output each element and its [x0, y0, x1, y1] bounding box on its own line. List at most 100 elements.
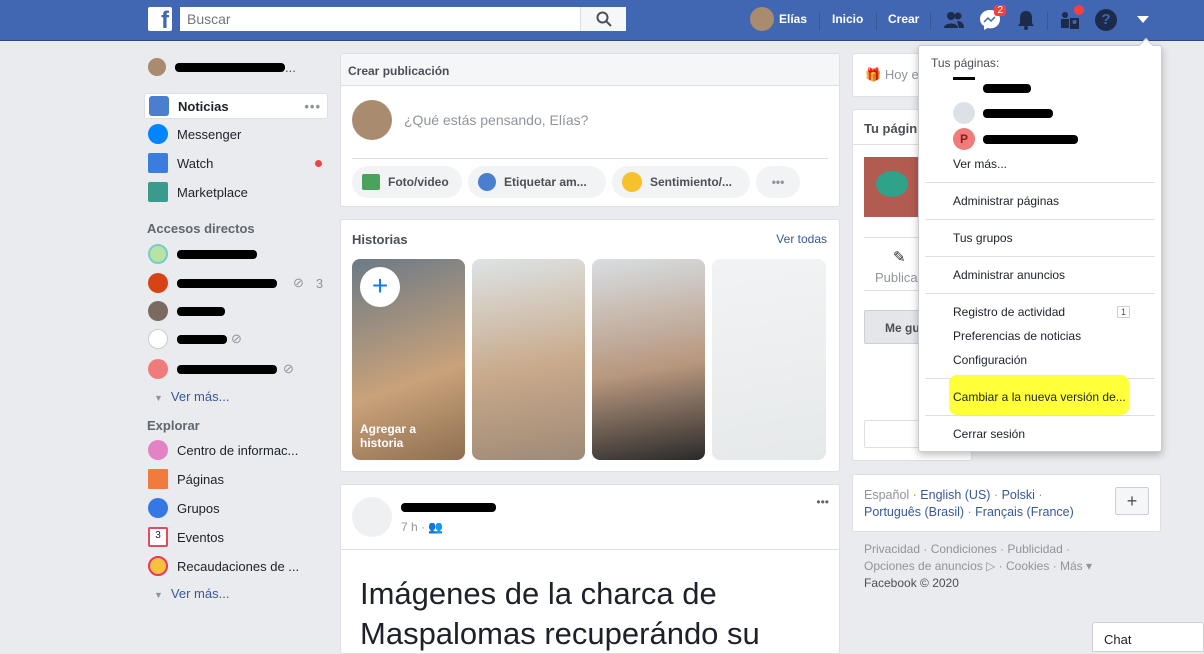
tag-person-icon	[478, 173, 496, 191]
post-options-icon[interactable]: •••	[816, 495, 829, 509]
sidebar-item-messenger[interactable]: Messenger	[144, 121, 328, 147]
more-actions-button[interactable]: •••	[756, 166, 800, 198]
shortcuts-heading: Accesos directos	[147, 221, 255, 236]
page-menu-item[interactable]	[953, 77, 1031, 99]
news-feed-icon	[149, 96, 169, 116]
shortcut-item[interactable]	[144, 298, 328, 324]
sidebar-item-fundraisers[interactable]: Recaudaciones de ...	[144, 553, 328, 579]
menu-item-manage-pages[interactable]: Administrar páginas	[953, 194, 1059, 208]
create-link[interactable]: Crear	[888, 12, 919, 26]
quick-help-people-icon[interactable]	[1058, 5, 1084, 32]
notifications-icon[interactable]	[1014, 8, 1038, 32]
facebook-logo[interactable]: f	[148, 7, 172, 31]
gift-icon: 🎁	[865, 67, 882, 82]
sidebar-item-label: Watch	[177, 155, 214, 171]
watch-icon	[148, 153, 168, 173]
shortcuts-see-more[interactable]: ▼ Ver más...	[154, 389, 229, 404]
language-link[interactable]: Português (Brasil)	[864, 505, 964, 519]
composer-input[interactable]: ¿Qué estás pensando, Elías?	[404, 112, 588, 128]
search-input[interactable]	[180, 7, 580, 31]
add-language-button[interactable]: +	[1115, 487, 1149, 515]
feeling-button[interactable]: Sentimiento/...	[612, 166, 750, 198]
chevron-down-icon: ▼	[154, 590, 163, 600]
shortcut-item[interactable]: ⊘	[144, 326, 328, 352]
see-all-stories-link[interactable]: Ver todas	[776, 232, 827, 246]
calendar-icon: 3	[148, 527, 168, 547]
home-link[interactable]: Inicio	[832, 12, 863, 26]
menu-item-settings[interactable]: Configuración	[953, 353, 1027, 367]
footer-links[interactable]: Privacidad · Condiciones · Publicidad · O…	[864, 541, 1092, 592]
shortcut-item[interactable]: ⊘	[144, 356, 328, 382]
hidden-eye-icon: ⊘	[283, 361, 294, 376]
chat-bar[interactable]: Chat	[1092, 622, 1204, 652]
account-menu-chevron-down-icon[interactable]	[1131, 8, 1155, 32]
new-dot-badge	[315, 159, 322, 167]
photo-icon	[362, 174, 380, 190]
plus-icon: +	[360, 267, 400, 307]
menu-item-manage-ads[interactable]: Administrar anuncios	[953, 268, 1065, 282]
shortcut-item[interactable]: ⊘ 3	[144, 270, 328, 296]
menu-item-switch-new-version[interactable]: Cambiar a la nueva versión de...	[953, 390, 1126, 404]
sidebar-item-marketplace[interactable]: Marketplace	[144, 179, 328, 205]
fundraiser-icon	[148, 556, 168, 576]
groups-icon	[148, 498, 168, 518]
see-more-pages[interactable]: Ver más...	[953, 157, 1007, 171]
tag-friends-button[interactable]: Etiquetar am...	[468, 166, 606, 198]
avatar[interactable]	[750, 7, 774, 31]
messenger-icon	[148, 124, 168, 144]
explore-heading: Explorar	[147, 418, 200, 433]
avatar[interactable]	[352, 497, 392, 537]
hidden-eye-icon: ⊘	[231, 331, 242, 346]
marketplace-icon	[148, 182, 168, 202]
search-button[interactable]	[580, 7, 626, 31]
composer-title: Crear publicación	[341, 54, 839, 86]
add-story-card[interactable]: + Agregar a historia	[352, 259, 465, 460]
story-card[interactable]	[472, 259, 585, 460]
your-page-title: Tu págin	[864, 121, 918, 136]
help-icon[interactable]: ?	[1094, 8, 1118, 32]
photo-video-button[interactable]: Foto/video	[352, 166, 462, 198]
search-icon	[596, 11, 612, 27]
page-menu-item[interactable]	[953, 102, 1053, 124]
shield-heart-icon	[148, 440, 168, 460]
messenger-icon[interactable]: 2	[978, 5, 1006, 32]
chevron-down-icon: ▼	[154, 393, 163, 403]
menu-item-news-preferences[interactable]: Preferencias de noticias	[953, 329, 1081, 343]
sidebar-item-news-feed[interactable]: Noticias •••	[144, 93, 328, 119]
menu-item-activity-log[interactable]: Registro de actividad	[953, 305, 1065, 319]
search-bar	[180, 7, 626, 31]
explore-see-more[interactable]: ▼ Ver más...	[154, 586, 229, 601]
post-text: Imágenes de la charca de Maspalomas recu…	[360, 576, 760, 651]
sidebar-item-label: Messenger	[177, 126, 242, 142]
sidebar-item-watch[interactable]: Watch	[144, 150, 328, 176]
menu-item-logout[interactable]: Cerrar sesión	[953, 427, 1025, 441]
sidebar-profile[interactable]: ...	[148, 58, 296, 76]
page-menu-item[interactable]: P	[953, 128, 1078, 150]
menu-item-your-groups[interactable]: Tus grupos	[953, 231, 1013, 245]
post-author[interactable]	[401, 503, 496, 512]
profile-link[interactable]: Elías	[779, 12, 807, 26]
story-card[interactable]	[712, 259, 826, 460]
smiley-icon	[622, 172, 642, 192]
publish-button[interactable]: Publica	[875, 270, 918, 285]
stories-title: Historias	[352, 232, 408, 247]
sidebar-item-information-center[interactable]: Centro de informac...	[144, 437, 328, 463]
more-options-icon[interactable]: •••	[304, 99, 321, 114]
sidebar-item-events[interactable]: 3 Eventos	[144, 524, 328, 550]
sidebar-item-label: Marketplace	[177, 184, 248, 200]
shortcut-item[interactable]	[144, 241, 328, 267]
friend-requests-icon[interactable]	[942, 8, 966, 32]
language-link[interactable]: English (US)	[920, 488, 990, 502]
story-card[interactable]	[592, 259, 705, 460]
language-link[interactable]: Polski	[1002, 488, 1035, 502]
account-dropdown-menu: Tus páginas: P Ver más... Administrar pá…	[918, 37, 1162, 452]
shortcut-count: 3	[315, 275, 324, 291]
post-timestamp[interactable]: 7 h ·	[401, 520, 425, 534]
flag-icon	[148, 469, 168, 489]
post-card: 7 h · 👥 ••• Imágenes de la charca de Mas…	[340, 484, 840, 654]
sidebar-item-groups[interactable]: Grupos	[144, 495, 328, 521]
sidebar-item-pages[interactable]: Páginas	[144, 466, 328, 492]
language-link[interactable]: Français (France)	[975, 505, 1074, 519]
friends-audience-icon: 👥	[428, 520, 444, 534]
post-meta: 7 h · 👥	[401, 520, 443, 534]
